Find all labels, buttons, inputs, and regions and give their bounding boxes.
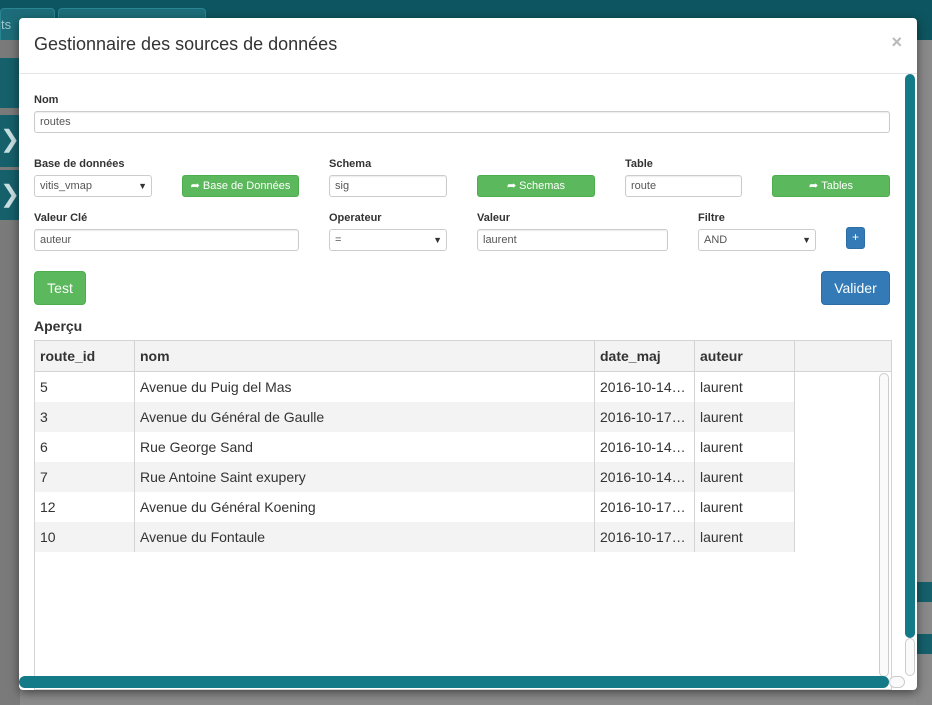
valeur-cle-label: Valeur Clé: [34, 212, 88, 224]
modal-title: Gestionnaire des sources de données: [34, 34, 338, 54]
cell-auteur: laurent: [695, 402, 795, 432]
table-input[interactable]: route: [625, 175, 742, 197]
cell-nom: Avenue du Général Koening: [135, 492, 595, 522]
table-row[interactable]: 5 Avenue du Puig del Mas 2016-10-14… lau…: [35, 372, 795, 402]
background-right-item: [916, 582, 932, 602]
operateur-select-value: =: [335, 234, 342, 246]
background-bottom: [20, 690, 916, 705]
schemas-button[interactable]: ➦ Schemas: [477, 175, 595, 197]
schemas-button-label: Schemas: [519, 180, 566, 192]
valider-button[interactable]: Valider: [821, 271, 890, 305]
filtre-select-value: AND: [704, 234, 728, 246]
base-select-value: vitis_vmap: [40, 180, 92, 192]
cell-nom: Rue Antoine Saint exupery: [135, 462, 595, 492]
chevron-right-icon: ❯: [0, 181, 21, 208]
cell-date-maj: 2016-10-17…: [595, 522, 695, 552]
share-arrow-icon: ➦: [506, 180, 517, 192]
valeur-cle-input[interactable]: auteur: [34, 229, 299, 251]
background-sidebar-item[interactable]: [0, 58, 20, 108]
grid-header: route_id nom date_maj auteur: [35, 341, 891, 372]
background-right-item: [916, 634, 932, 654]
schema-label: Schema: [329, 158, 372, 170]
table-row[interactable]: 10 Avenue du Fontaule 2016-10-17… lauren…: [35, 522, 795, 552]
base-label: Base de données: [34, 158, 125, 170]
base-select[interactable]: vitis_vmap ▼: [34, 175, 152, 197]
cell-nom: Avenue du Puig del Mas: [135, 372, 595, 402]
share-arrow-icon: ➦: [808, 180, 819, 192]
caret-down-icon: ▼: [138, 181, 147, 191]
close-icon[interactable]: ×: [891, 32, 902, 53]
column-header-auteur[interactable]: auteur: [695, 341, 795, 371]
tables-button-label: Tables: [821, 180, 853, 192]
modal-vertical-scrollbar-track[interactable]: [905, 638, 915, 676]
apercu-title: Aperçu: [34, 318, 83, 334]
nom-label: Nom: [34, 94, 59, 106]
chevron-right-icon: ❯: [0, 126, 21, 153]
background-sidebar-item[interactable]: ❯: [0, 170, 20, 220]
cell-auteur: laurent: [695, 492, 795, 522]
cell-auteur: laurent: [695, 432, 795, 462]
cell-route-id: 5: [35, 372, 135, 402]
tables-button[interactable]: ➦ Tables: [772, 175, 890, 197]
cell-nom: Rue George Sand: [135, 432, 595, 462]
cell-nom: Avenue du Général de Gaulle: [135, 402, 595, 432]
grid-vertical-scrollbar[interactable]: [879, 373, 889, 677]
operateur-select[interactable]: = ▼: [329, 229, 447, 251]
cell-auteur: laurent: [695, 462, 795, 492]
table-row[interactable]: 3 Avenue du Général de Gaulle 2016-10-17…: [35, 402, 795, 432]
base-de-donnees-button-label: Base de Données: [202, 180, 291, 192]
cell-route-id: 10: [35, 522, 135, 552]
column-header-nom[interactable]: nom: [135, 341, 595, 371]
caret-down-icon: ▼: [802, 235, 811, 245]
cell-auteur: laurent: [695, 522, 795, 552]
cell-route-id: 7: [35, 462, 135, 492]
caret-down-icon: ▼: [433, 235, 442, 245]
filtre-label: Filtre: [698, 212, 725, 224]
base-de-donnees-button[interactable]: ➦ Base de Données: [182, 175, 299, 197]
cell-route-id: 12: [35, 492, 135, 522]
background-right-panel: [916, 40, 932, 705]
cell-auteur: laurent: [695, 372, 795, 402]
cell-date-maj: 2016-10-17…: [595, 402, 695, 432]
share-arrow-icon: ➦: [190, 180, 200, 192]
modal-horizontal-scrollbar-track[interactable]: [889, 676, 905, 688]
cell-route-id: 3: [35, 402, 135, 432]
nom-input[interactable]: routes: [34, 111, 890, 133]
table-label: Table: [625, 158, 653, 170]
table-row[interactable]: 7 Rue Antoine Saint exupery 2016-10-14… …: [35, 462, 795, 492]
modal-header: Gestionnaire des sources de données ×: [19, 18, 917, 74]
test-button[interactable]: Test: [34, 271, 86, 305]
table-row[interactable]: 12 Avenue du Général Koening 2016-10-17……: [35, 492, 795, 522]
grid-empty-area: [35, 552, 795, 690]
schema-input[interactable]: sig: [329, 175, 447, 197]
datasource-manager-modal: Gestionnaire des sources de données × No…: [19, 18, 917, 690]
add-filter-button[interactable]: +: [846, 227, 865, 249]
operateur-label: Operateur: [329, 212, 382, 224]
cell-date-maj: 2016-10-14…: [595, 372, 695, 402]
cell-date-maj: 2016-10-14…: [595, 462, 695, 492]
filtre-select[interactable]: AND ▼: [698, 229, 816, 251]
preview-grid: route_id nom date_maj auteur 5 Avenue du…: [34, 340, 892, 690]
valeur-label: Valeur: [477, 212, 511, 224]
modal-horizontal-scrollbar-thumb[interactable]: [19, 676, 889, 688]
valeur-input[interactable]: laurent: [477, 229, 668, 251]
background-sidebar-item[interactable]: ❯: [0, 115, 20, 167]
cell-route-id: 6: [35, 432, 135, 462]
cell-date-maj: 2016-10-17…: [595, 492, 695, 522]
table-row[interactable]: 6 Rue George Sand 2016-10-14… laurent: [35, 432, 795, 462]
cell-date-maj: 2016-10-14…: [595, 432, 695, 462]
column-header-route-id[interactable]: route_id: [35, 341, 135, 371]
column-header-date-maj[interactable]: date_maj: [595, 341, 695, 371]
modal-vertical-scrollbar-thumb[interactable]: [905, 74, 915, 638]
cell-nom: Avenue du Fontaule: [135, 522, 595, 552]
